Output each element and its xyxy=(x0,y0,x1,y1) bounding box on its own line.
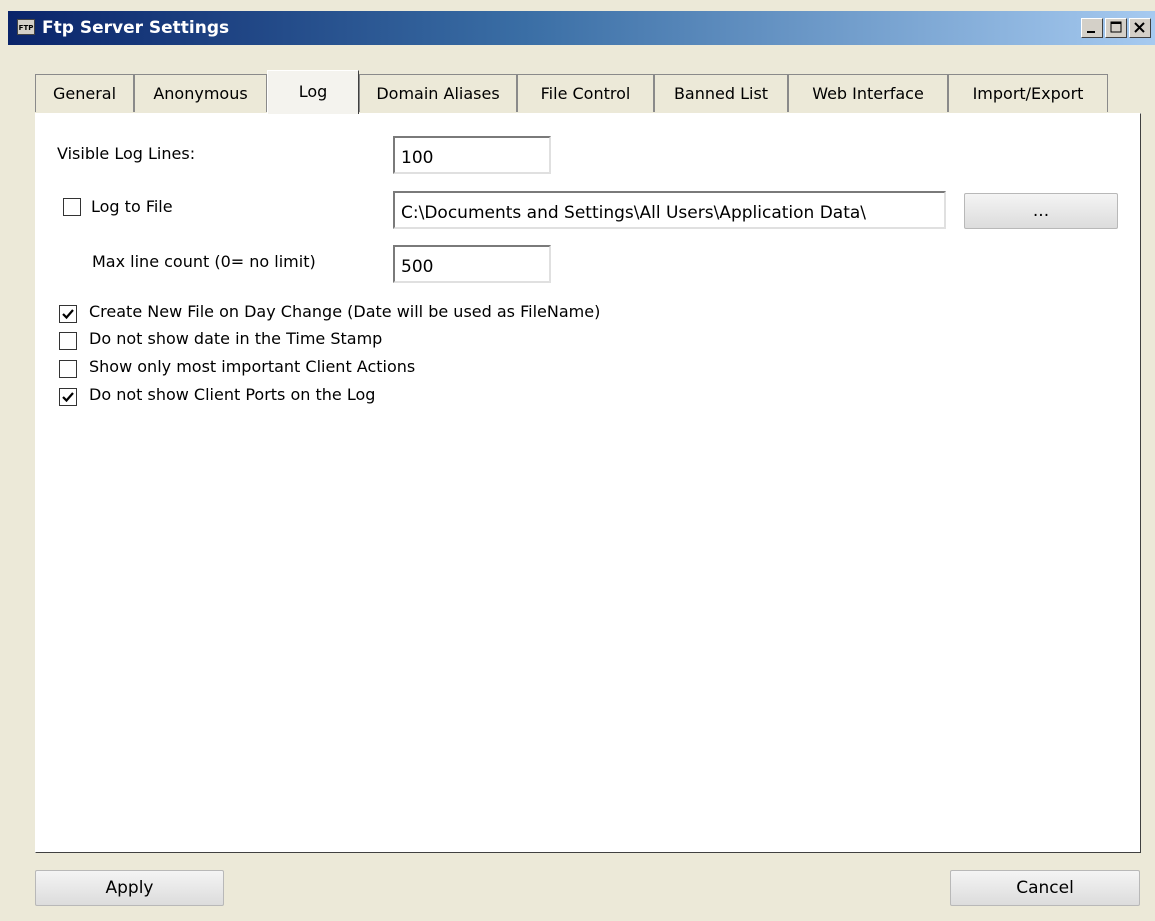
tab-general[interactable]: General xyxy=(35,74,134,112)
log-to-file-checkbox[interactable] xyxy=(63,198,81,216)
checkmark-icon xyxy=(62,309,74,320)
minimize-icon xyxy=(1087,31,1095,33)
option-label-no-client-ports: Do not show Client Ports on the Log xyxy=(89,385,376,404)
max-line-count-input[interactable] xyxy=(393,245,551,283)
apply-button[interactable]: Apply xyxy=(35,870,224,906)
option-checkbox-no-client-ports[interactable] xyxy=(59,388,77,406)
tab-banned-list[interactable]: Banned List xyxy=(654,74,788,112)
tab-log[interactable]: Log xyxy=(267,70,359,114)
log-settings-panel: Visible Log Lines: Log to File ... Max l… xyxy=(35,113,1141,853)
maximize-icon xyxy=(1110,21,1122,33)
close-button[interactable] xyxy=(1129,18,1151,38)
checkmark-icon xyxy=(62,392,74,403)
log-to-file-label: Log to File xyxy=(91,197,173,216)
visible-log-lines-label: Visible Log Lines: xyxy=(57,144,196,163)
browse-button[interactable]: ... xyxy=(964,193,1118,229)
option-label-important-actions: Show only most important Client Actions xyxy=(89,357,416,376)
tab-domain-aliases[interactable]: Domain Aliases xyxy=(359,74,517,112)
settings-window: FTP Ftp Server Settings General Anonymou… xyxy=(0,0,1155,921)
window-title: Ftp Server Settings xyxy=(42,18,230,38)
maximize-button[interactable] xyxy=(1105,18,1127,38)
tab-anonymous[interactable]: Anonymous xyxy=(134,74,267,112)
title-bar[interactable]: FTP Ftp Server Settings xyxy=(8,11,1155,45)
option-checkbox-important-actions[interactable] xyxy=(59,360,77,378)
option-label-no-date: Do not show date in the Time Stamp xyxy=(89,329,383,348)
close-icon xyxy=(1134,22,1145,33)
tab-file-control[interactable]: File Control xyxy=(517,74,654,112)
minimize-button[interactable] xyxy=(1081,18,1103,38)
option-checkbox-day-change[interactable] xyxy=(59,305,77,323)
cancel-button[interactable]: Cancel xyxy=(950,870,1140,906)
log-path-input[interactable] xyxy=(393,191,946,229)
tab-web-interface[interactable]: Web Interface xyxy=(788,74,948,112)
tab-import-export[interactable]: Import/Export xyxy=(948,74,1108,112)
option-label-day-change: Create New File on Day Change (Date will… xyxy=(89,302,601,321)
option-checkbox-no-date[interactable] xyxy=(59,332,77,350)
ftp-app-icon: FTP xyxy=(17,19,35,35)
max-line-count-label: Max line count (0= no limit) xyxy=(92,252,316,271)
visible-log-lines-input[interactable] xyxy=(393,136,551,174)
